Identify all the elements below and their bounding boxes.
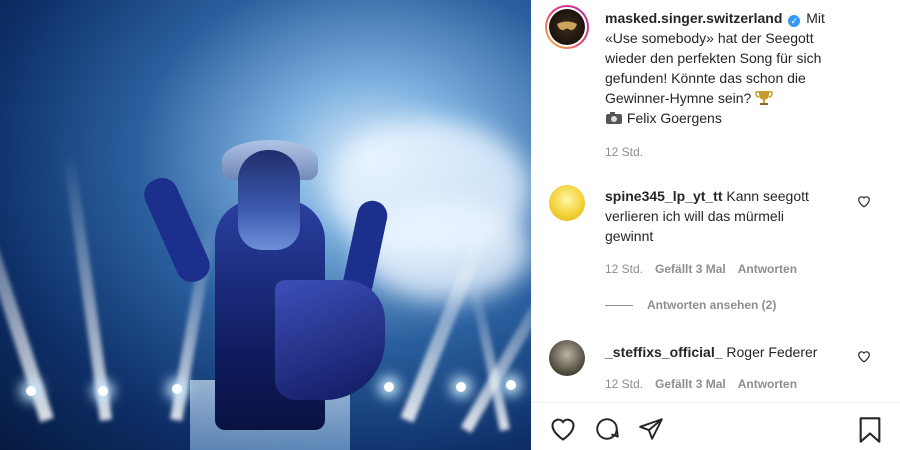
comment-username[interactable]: spine345_lp_yt_tt xyxy=(605,188,723,204)
reply-button[interactable]: Antworten xyxy=(738,377,797,391)
costume-cape xyxy=(275,280,385,400)
comment-text: spine345_lp_yt_tt Kann seegott verlieren… xyxy=(605,186,855,246)
caption-line: gefunden! Könnte das schon die xyxy=(605,70,806,86)
post-time[interactable]: 12 Std. xyxy=(605,145,643,159)
photo-credit: Felix Goergens xyxy=(626,110,722,126)
comment-line: Kann seegott xyxy=(726,188,809,204)
comment-line: verlieren ich will das mürmeli xyxy=(605,208,784,224)
stage-light xyxy=(384,382,394,392)
costume-head xyxy=(238,150,300,250)
replies-line xyxy=(605,304,633,306)
view-replies-label[interactable]: Antworten ansehen (2) xyxy=(647,298,776,312)
stage-light xyxy=(172,384,182,394)
post-caption: masked.singer.switzerland ✓ Mit «Use som… xyxy=(605,8,895,128)
stage-light xyxy=(98,386,108,396)
reply-button[interactable]: Antworten xyxy=(738,262,797,276)
comment-text: _steffixs_official_ Roger Federer xyxy=(605,342,855,362)
post-meta: 12 Std. xyxy=(605,145,643,159)
caption-line: Gewinner-Hymne sein? xyxy=(605,90,752,106)
commenter-avatar[interactable] xyxy=(549,340,585,376)
post-action-bar xyxy=(531,402,900,450)
author-avatar[interactable] xyxy=(545,5,589,49)
verified-icon: ✓ xyxy=(788,15,801,27)
comment-line: gewinnt xyxy=(605,228,654,244)
stage-light xyxy=(26,386,36,396)
stage-light xyxy=(506,380,516,390)
like-comment-heart-icon[interactable] xyxy=(857,350,871,363)
comment-likes[interactable]: Gefällt 3 Mal xyxy=(655,262,726,276)
stage-light xyxy=(456,382,466,392)
trophy-icon xyxy=(755,91,773,105)
comment-meta: 12 Std. Gefällt 3 Mal Antworten xyxy=(605,262,797,276)
share-icon[interactable] xyxy=(637,416,665,442)
caption-line: «Use somebody» hat der Seegott xyxy=(605,30,814,46)
post-details-panel: masked.singer.switzerland ✓ Mit «Use som… xyxy=(531,0,900,450)
camera-icon xyxy=(606,112,622,124)
comment-time[interactable]: 12 Std. xyxy=(605,377,643,391)
light-beam xyxy=(0,132,54,423)
post-image[interactable] xyxy=(0,0,531,450)
comment-line: Roger Federer xyxy=(726,344,818,360)
view-replies[interactable]: Antworten ansehen (2) xyxy=(605,298,776,312)
comment-icon[interactable] xyxy=(593,416,621,442)
like-comment-heart-icon[interactable] xyxy=(857,195,871,208)
mask-logo-icon xyxy=(557,21,577,31)
heart-icon[interactable] xyxy=(549,416,577,442)
comment-username[interactable]: _steffixs_official_ xyxy=(605,344,723,360)
bookmark-icon[interactable] xyxy=(858,416,882,444)
caption-line: Mit xyxy=(806,10,825,26)
caption-line: wieder den perfekten Song für sich xyxy=(605,50,822,66)
comment-likes[interactable]: Gefällt 3 Mal xyxy=(655,377,726,391)
light-beam xyxy=(62,151,112,421)
author-username[interactable]: masked.singer.switzerland xyxy=(605,10,782,26)
commenter-avatar[interactable] xyxy=(549,185,585,221)
comment-time[interactable]: 12 Std. xyxy=(605,262,643,276)
comment-meta: 12 Std. Gefällt 3 Mal Antworten xyxy=(605,377,797,391)
